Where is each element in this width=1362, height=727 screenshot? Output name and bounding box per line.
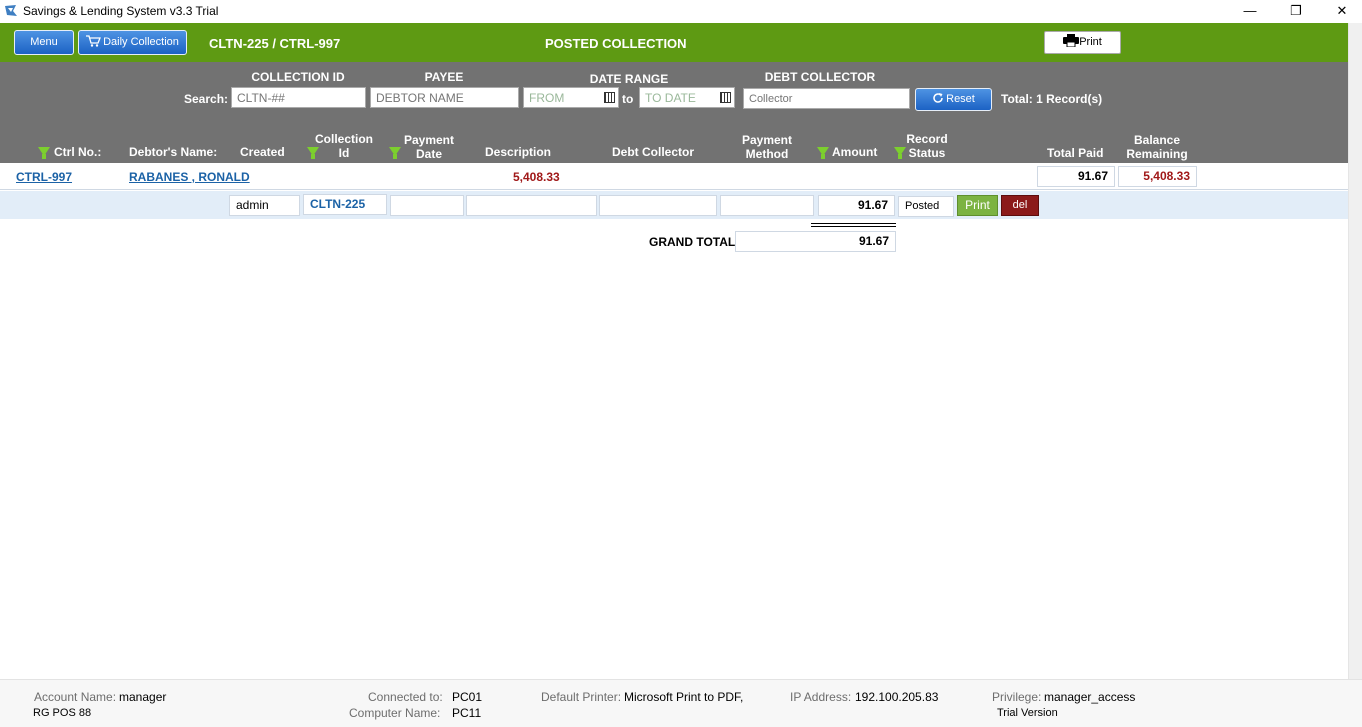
collection-id-cell: CLTN-225 xyxy=(303,194,387,215)
connected-to-label: Connected to: xyxy=(368,690,443,704)
date-to-input[interactable]: TO DATE xyxy=(639,87,735,108)
ip-address-label: IP Address: xyxy=(790,690,852,704)
pos-name: RG POS 88 xyxy=(33,707,92,719)
window-title: Savings & Lending System v3.3 Trial xyxy=(23,4,219,18)
total-records: Total: 1 Record(s) xyxy=(1001,92,1103,106)
calendar-icon[interactable] xyxy=(604,92,615,103)
debtor-name-link[interactable]: RABANES , RONALD xyxy=(129,170,250,184)
filter-and-header-band: COLLECTION ID PAYEE DATE RANGE DEBT COLL… xyxy=(0,62,1348,163)
restore-button[interactable]: ❐ xyxy=(1273,0,1319,23)
page-title: POSTED COLLECTION xyxy=(545,36,687,51)
payee-filter-label: PAYEE xyxy=(424,70,464,84)
debt-collector-filter-label: DEBT COLLECTOR xyxy=(764,70,876,84)
cart-icon xyxy=(86,35,102,47)
version-label: Trial Version xyxy=(997,707,1058,719)
column-header-record-status: Record Status xyxy=(906,132,948,160)
collector-search-input[interactable] xyxy=(743,88,910,109)
payment-method-cell xyxy=(720,195,814,216)
reset-button[interactable]: Reset xyxy=(915,88,992,111)
reset-button-label: Reset xyxy=(946,93,975,105)
close-button[interactable]: ✕ xyxy=(1319,0,1362,23)
balance-remaining-value: 5,408.33 xyxy=(1118,166,1197,187)
status-footer: Account Name: manager RG POS 88 Connecte… xyxy=(0,679,1362,727)
close-icon: ✕ xyxy=(1336,3,1348,18)
column-header-collection-id: Collection Id xyxy=(314,132,373,160)
grand-total-value: 91.67 xyxy=(735,231,896,252)
search-label: Search: xyxy=(184,92,229,106)
date-range-filter-label: DATE RANGE xyxy=(589,72,669,86)
printer-icon xyxy=(1063,34,1080,48)
column-header-debtor-name: Debtor's Name: xyxy=(129,145,218,159)
ctrl-no-filter-icon[interactable] xyxy=(38,147,50,159)
window-title-bar: Savings & Lending System v3.3 Trial — ❐ … xyxy=(0,0,1362,23)
computer-name-label: Computer Name: xyxy=(349,706,441,720)
date-to-placeholder: TO DATE xyxy=(645,91,696,105)
table-row: CTRL-997 RABANES , RONALD 5,408.33 91.67… xyxy=(0,163,1348,190)
default-printer-label: Default Printer: xyxy=(541,690,622,704)
collection-id-search-input[interactable] xyxy=(231,87,366,108)
computer-name-value: PC11 xyxy=(452,706,482,720)
menu-button[interactable]: Menu xyxy=(14,30,74,55)
minimize-button[interactable]: — xyxy=(1227,0,1273,23)
daily-collection-label: Daily Collection xyxy=(103,36,179,48)
calendar-icon[interactable] xyxy=(720,92,731,103)
account-name-value: manager xyxy=(119,690,167,704)
toolbar: Menu Daily Collection CLTN-225 / CTRL-99… xyxy=(0,23,1348,62)
description-cell xyxy=(466,195,597,216)
collection-detail-row: admin CLTN-225 91.67 Posted Print del xyxy=(0,191,1348,219)
print-button-label: Print xyxy=(1079,36,1102,48)
print-receipt-button[interactable]: Print xyxy=(957,195,998,216)
column-header-total-paid: Total Paid xyxy=(1047,146,1104,160)
date-range-to-label: to xyxy=(622,92,634,106)
connected-to-value: PC01 xyxy=(452,690,483,704)
column-header-debt-collector: Debt Collector xyxy=(612,145,695,159)
date-from-input[interactable]: FROM xyxy=(523,87,619,108)
delete-button[interactable]: del xyxy=(1001,195,1039,216)
amount-cell: 91.67 xyxy=(818,195,895,216)
ip-address-value: 192.100.205.83 xyxy=(855,690,939,704)
column-header-created: Created xyxy=(240,145,285,159)
grand-total-label: GRAND TOTAL: xyxy=(649,235,740,249)
debt-collector-cell xyxy=(599,195,717,216)
daily-collection-button[interactable]: Daily Collection xyxy=(78,30,187,55)
document-code: CLTN-225 / CTRL-997 xyxy=(209,36,341,51)
total-paid-value: 91.67 xyxy=(1037,166,1115,187)
privilege-value: manager_access xyxy=(1044,690,1136,704)
column-header-payment-date: Payment Date xyxy=(403,133,455,161)
column-header-balance-remaining: Balance Remaining xyxy=(1126,133,1188,161)
app-logo-icon xyxy=(5,5,17,16)
column-header-description: Description xyxy=(485,145,552,159)
collection-id-filter-label: COLLECTION ID xyxy=(251,70,345,84)
default-printer-value: Microsoft Print to PDF, xyxy=(624,690,744,704)
privilege-label: Privilege: xyxy=(992,690,1042,704)
column-header-amount: Amount xyxy=(832,145,878,159)
double-underline xyxy=(811,223,896,227)
payee-search-input[interactable] xyxy=(370,87,519,108)
date-from-placeholder: FROM xyxy=(529,91,565,105)
ctrl-no-link[interactable]: CTRL-997 xyxy=(16,170,72,184)
amount-filter-icon[interactable] xyxy=(817,147,829,159)
account-name-label: Account Name: xyxy=(34,690,117,704)
menu-button-label: Menu xyxy=(30,36,58,48)
column-header-payment-method: Payment Method xyxy=(741,133,793,161)
payment-date-cell xyxy=(390,195,464,216)
record-status-cell: Posted xyxy=(898,196,954,217)
restore-icon: ❐ xyxy=(1290,3,1302,18)
refresh-icon xyxy=(933,93,943,103)
print-button[interactable]: Print xyxy=(1044,31,1121,54)
created-by-cell: admin xyxy=(229,195,300,216)
column-header-ctrl-no: Ctrl No.: xyxy=(54,145,102,159)
vertical-scrollbar[interactable] xyxy=(1348,23,1362,679)
loan-amount: 5,408.33 xyxy=(513,170,560,184)
minimize-icon: — xyxy=(1243,3,1257,18)
